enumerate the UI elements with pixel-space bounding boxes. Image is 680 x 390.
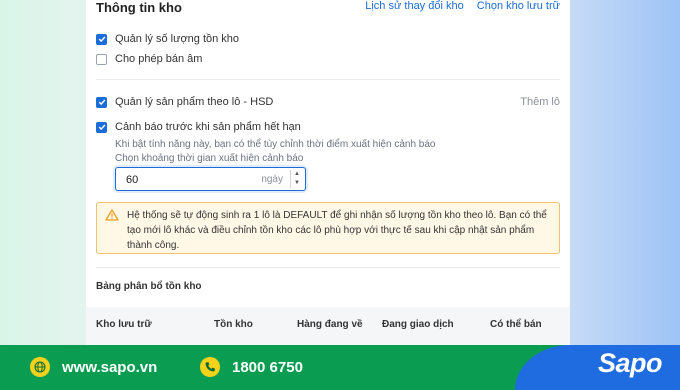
- expiry-warning-checkbox[interactable]: [96, 121, 107, 133]
- warning-icon: [105, 209, 119, 221]
- warning-days-value[interactable]: 60: [126, 174, 138, 186]
- expiry-hint-prompt: Chọn khoảng thời gian xuất hiện cảnh báo: [115, 153, 304, 164]
- add-lot-link[interactable]: Thêm lô: [520, 96, 560, 108]
- section-title: Thông tin kho: [96, 0, 182, 15]
- sapo-logo: Sapo: [597, 348, 663, 378]
- allow-negative-checkbox[interactable]: [96, 53, 107, 65]
- stepper-down-icon[interactable]: ▼: [291, 179, 303, 188]
- header-links: Lịch sử thay đổi kho Chọn kho lưu trữ: [355, 0, 560, 12]
- alert-text: Hệ thống sẽ tự động sinh ra 1 lô là DEFA…: [127, 210, 547, 251]
- expiry-hint-description: Khi bật tính năng này, bạn có thể tùy ch…: [115, 139, 436, 150]
- expiry-warning-option[interactable]: Cảnh báo trước khi sản phẩm hết hạn: [96, 121, 301, 133]
- checkmark-icon: [98, 124, 105, 131]
- column-warehouse: Kho lưu trữ: [96, 319, 152, 330]
- column-available: Có thể bán: [490, 319, 542, 330]
- manage-lots-label: Quản lý sản phẩm theo lô - HSD: [115, 96, 274, 108]
- allow-negative-label: Cho phép bán âm: [115, 53, 203, 65]
- choose-warehouse-link[interactable]: Chọn kho lưu trữ: [477, 0, 560, 12]
- allow-negative-option[interactable]: Cho phép bán âm: [96, 53, 202, 65]
- warning-days-unit: ngày: [261, 174, 283, 185]
- phone-contact: 1800 6750: [200, 357, 303, 377]
- warning-days-input[interactable]: 60 ngày ▲ ▼: [115, 167, 306, 191]
- days-stepper[interactable]: ▲ ▼: [290, 170, 303, 188]
- manage-stock-option[interactable]: Quản lý số lượng tồn kho: [96, 33, 239, 45]
- inventory-panel: Thông tin kho Lịch sử thay đổi kho Chọn …: [86, 0, 570, 345]
- distribution-table-header: Kho lưu trữ Tồn kho Hàng đang về Đang gi…: [86, 307, 570, 345]
- divider: [96, 79, 560, 80]
- expiry-warning-label: Cảnh báo trước khi sản phẩm hết hạn: [115, 121, 301, 133]
- manage-lots-option[interactable]: Quản lý sản phẩm theo lô - HSD: [96, 96, 273, 108]
- checkmark-icon: [98, 36, 105, 43]
- phone-text[interactable]: 1800 6750: [232, 359, 303, 376]
- column-stock: Tồn kho: [214, 319, 253, 330]
- lot-default-alert: Hệ thống sẽ tự động sinh ra 1 lô là DEFA…: [96, 202, 560, 254]
- manage-lots-checkbox[interactable]: [96, 96, 107, 108]
- checkmark-icon: [98, 99, 105, 106]
- manage-stock-checkbox[interactable]: [96, 33, 107, 45]
- stock-history-link[interactable]: Lịch sử thay đổi kho: [365, 0, 463, 12]
- section-header: Thông tin kho Lịch sử thay đổi kho Chọn …: [96, 0, 560, 16]
- stepper-up-icon[interactable]: ▲: [291, 170, 303, 179]
- column-incoming: Hàng đang về: [297, 319, 363, 330]
- phone-icon: [200, 357, 220, 377]
- distribution-title: Bảng phân bổ tồn kho: [96, 281, 202, 292]
- website-text[interactable]: www.sapo.vn: [62, 359, 157, 376]
- globe-icon: [30, 357, 50, 377]
- divider: [96, 267, 560, 268]
- column-in-transaction: Đang giao dịch: [382, 319, 454, 330]
- website-contact: www.sapo.vn: [30, 357, 157, 377]
- manage-stock-label: Quản lý số lượng tồn kho: [115, 33, 240, 45]
